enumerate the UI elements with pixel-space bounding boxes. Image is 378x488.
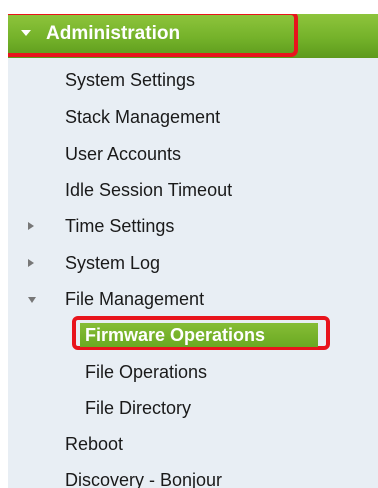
administration-highlight-box bbox=[8, 14, 298, 57]
expanded-arrow-icon[interactable] bbox=[28, 297, 36, 303]
admin-nav-tree: Administration System Settings Stack Man… bbox=[8, 14, 378, 488]
nav-item-idle-session-timeout[interactable]: Idle Session Timeout bbox=[65, 178, 232, 202]
collapsed-arrow-icon[interactable] bbox=[28, 222, 34, 230]
nav-item-file-operations[interactable]: File Operations bbox=[85, 360, 207, 384]
nav-item-user-accounts[interactable]: User Accounts bbox=[65, 142, 181, 166]
nav-item-firmware-operations[interactable]: Firmware Operations bbox=[72, 316, 330, 350]
collapsed-arrow-icon[interactable] bbox=[28, 259, 34, 267]
nav-item-reboot[interactable]: Reboot bbox=[65, 432, 123, 456]
nav-item-system-settings[interactable]: System Settings bbox=[65, 68, 195, 92]
nav-item-system-log[interactable]: System Log bbox=[65, 251, 160, 275]
nav-item-discovery-bonjour[interactable]: Discovery - Bonjour bbox=[65, 468, 222, 488]
nav-item-time-settings[interactable]: Time Settings bbox=[65, 214, 174, 238]
nav-item-file-directory[interactable]: File Directory bbox=[85, 396, 191, 420]
nav-item-file-management[interactable]: File Management bbox=[65, 287, 204, 311]
nav-item-stack-management[interactable]: Stack Management bbox=[65, 105, 220, 129]
nav-item-firmware-operations-label: Firmware Operations bbox=[85, 325, 266, 345]
